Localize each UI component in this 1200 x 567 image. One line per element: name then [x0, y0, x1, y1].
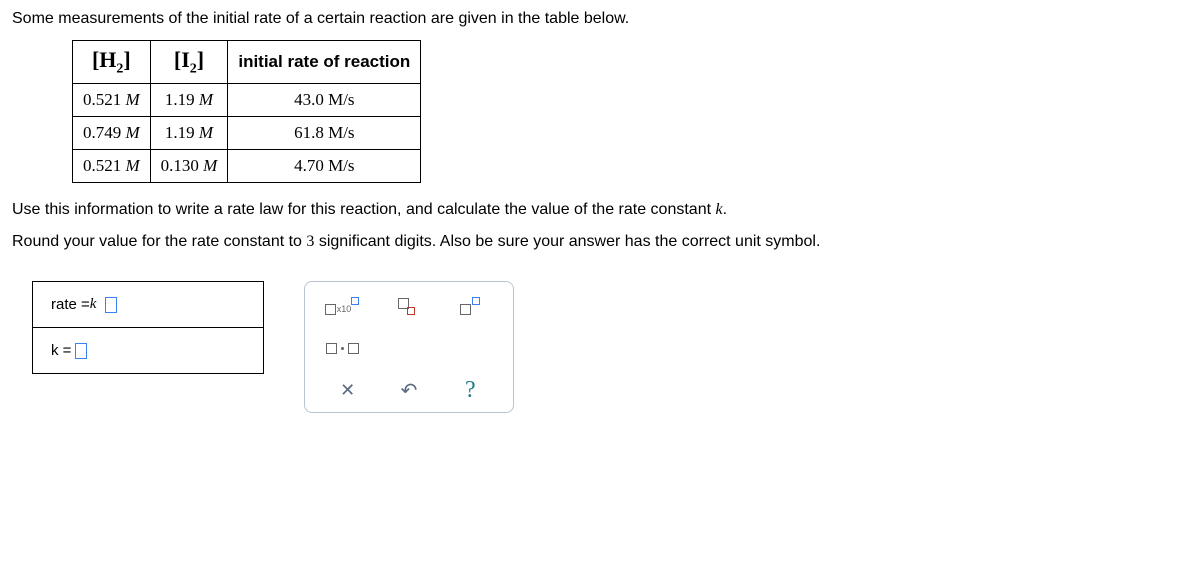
instruction-1: Use this information to write a rate law…: [12, 201, 1188, 219]
help-icon: ?: [465, 377, 476, 404]
rate-label: rate =: [51, 296, 90, 313]
instruction-2: Round your value for the rate constant t…: [12, 233, 1188, 251]
k-label: k =: [51, 342, 71, 359]
box-icon: [460, 304, 471, 315]
subscript-button[interactable]: [387, 292, 425, 320]
rate-k-symbol: k: [90, 296, 97, 313]
superscript-button[interactable]: [451, 292, 489, 320]
table-row: 0.749 M 1.19 M 61.8 M/s: [73, 117, 421, 150]
reset-button[interactable]: ↶: [390, 376, 428, 404]
multiply-dot-button[interactable]: [323, 334, 361, 362]
answer-box-group: rate = k k =: [32, 281, 264, 374]
undo-icon: ↶: [401, 378, 418, 403]
help-button[interactable]: ?: [451, 376, 489, 404]
box-icon: [326, 343, 337, 354]
k-input-placeholder[interactable]: [75, 343, 87, 359]
symbol-toolbox: x10: [304, 281, 514, 413]
rate-answer-row[interactable]: rate = k: [33, 282, 263, 328]
intro-text: Some measurements of the initial rate of…: [12, 10, 1188, 28]
box-icon: [348, 343, 359, 354]
exponent-box-icon: [351, 297, 359, 305]
dot-icon: [341, 347, 344, 350]
table-row: 0.521 M 1.19 M 43.0 M/s: [73, 84, 421, 117]
col-header-i2: [I2]: [150, 41, 228, 84]
data-table: [H2] [I2] initial rate of reaction 0.521…: [72, 40, 421, 183]
close-icon: ✕: [340, 380, 355, 401]
rate-input-placeholder[interactable]: [105, 297, 117, 313]
col-header-rate: initial rate of reaction: [228, 41, 421, 84]
k-answer-row[interactable]: k =: [33, 328, 263, 373]
clear-button[interactable]: ✕: [329, 376, 367, 404]
scientific-notation-button[interactable]: x10: [323, 292, 361, 320]
x10-label: x10: [337, 304, 352, 314]
superscript-box-icon: [472, 297, 480, 305]
subscript-box-icon: [407, 307, 415, 315]
table-row: 0.521 M 0.130 M 4.70 M/s: [73, 150, 421, 183]
box-icon: [325, 304, 336, 315]
col-header-h2: [H2]: [73, 41, 151, 84]
